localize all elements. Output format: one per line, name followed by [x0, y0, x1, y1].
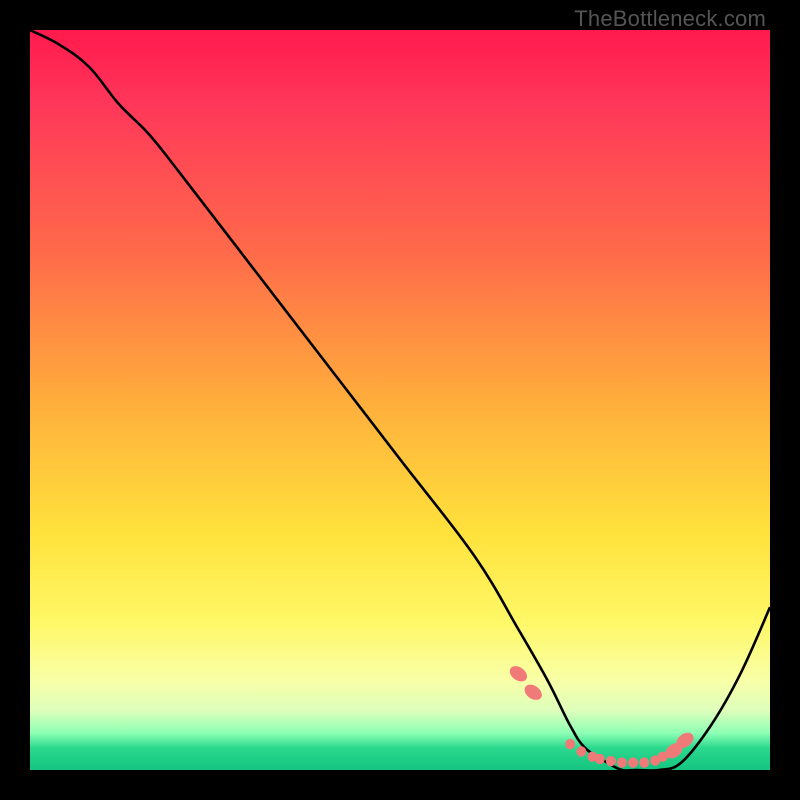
bottleneck-curve — [30, 30, 770, 771]
marker-dot — [662, 740, 685, 762]
marker-dot — [673, 730, 696, 752]
plot-area — [30, 30, 770, 770]
marker-dot — [565, 739, 575, 749]
marker-dot — [617, 757, 627, 767]
curve-layer — [30, 30, 770, 770]
marker-dot — [639, 757, 649, 767]
watermark-text: TheBottleneck.com — [574, 6, 766, 32]
marker-dot — [507, 663, 530, 685]
marker-dot — [658, 752, 668, 762]
marker-dot — [595, 754, 605, 764]
marker-dot — [522, 682, 545, 704]
marker-dot — [576, 746, 586, 756]
marker-dot — [587, 752, 597, 762]
chart-frame: TheBottleneck.com — [0, 0, 800, 800]
marker-dot — [606, 756, 616, 766]
marker-dot — [650, 755, 660, 765]
marker-group — [507, 663, 697, 768]
marker-dot — [628, 757, 638, 767]
